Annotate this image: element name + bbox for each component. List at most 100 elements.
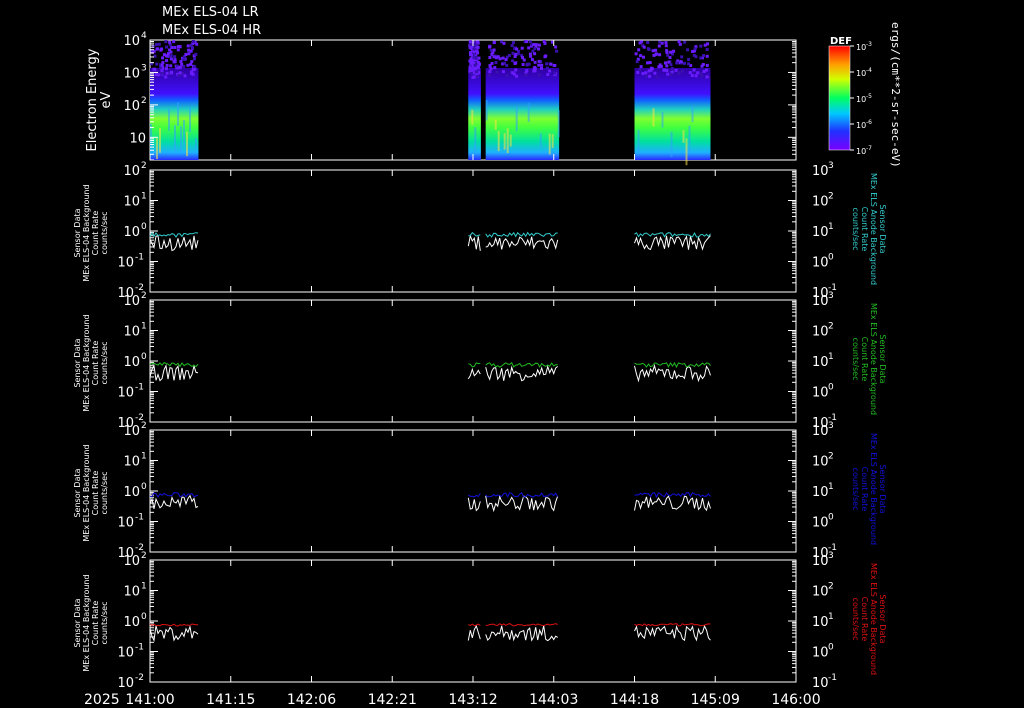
spectrogram-pixel xyxy=(474,70,478,74)
colored-count-series xyxy=(149,623,198,627)
spectrogram-streak xyxy=(527,102,530,122)
count-right-label-line: counts/sec xyxy=(851,468,860,511)
count-left-ytick-label-base: 10 xyxy=(123,294,140,309)
white-count-series xyxy=(634,495,711,512)
white-count-series xyxy=(149,364,199,382)
count-panel-frame xyxy=(149,299,797,423)
white-count-series xyxy=(634,235,711,251)
spectrogram-ytick-label: 10 2 xyxy=(123,96,146,114)
spectrogram-pixel xyxy=(553,71,557,75)
white-count-series xyxy=(149,494,199,509)
count-right-ytick-label: 10 3 xyxy=(812,291,834,309)
spectrogram-pixel xyxy=(511,71,515,75)
colorbar-tick-base: 10 xyxy=(856,95,866,104)
spectrogram-pixel xyxy=(664,44,668,48)
spectrogram-pixel xyxy=(699,56,703,60)
spectrogram-pixel xyxy=(634,52,638,56)
spectrogram-pixel xyxy=(512,41,515,45)
spectrogram-pixel xyxy=(170,71,174,75)
spectrogram-pixel xyxy=(169,64,173,68)
count-left-label-line: counts/sec xyxy=(100,472,109,515)
spectrogram-ytick-label: 10 3 xyxy=(123,63,146,81)
count-right-ytick-label-exp: 0 xyxy=(828,253,834,263)
spectrogram-pixel xyxy=(675,61,679,65)
count-left-ytick-label: 10 -1 xyxy=(117,513,144,531)
count-right-label-line: counts/sec xyxy=(851,598,860,641)
spectrogram-ytick-label: 10 4 xyxy=(123,31,147,49)
count-right-ytick-label-base: 10 xyxy=(812,225,829,240)
spectrogram-pixel xyxy=(692,68,696,72)
x-tick-label: 145:09 xyxy=(691,692,740,708)
x-tick-label: 144:18 xyxy=(610,692,659,708)
count-left-ytick-label-exp: 1 xyxy=(141,582,147,592)
spectrogram-pixel xyxy=(492,48,496,52)
count-right-ytick-label: 10 0 xyxy=(812,383,834,401)
spectrogram-pixel xyxy=(183,74,187,78)
spectrogram-streak xyxy=(685,138,688,166)
spectrogram-pixel xyxy=(164,40,168,44)
count-left-ytick-label-exp: -1 xyxy=(135,383,144,393)
spectrogram-pixel xyxy=(705,75,709,79)
spectrogram-pixel xyxy=(165,63,169,67)
spectrogram-pixel xyxy=(546,73,550,76)
spectrogram-pixel xyxy=(540,66,543,70)
spectrogram-pixel xyxy=(476,40,480,44)
spectrogram-pixel xyxy=(658,40,662,44)
count-left-label-line: Sensor Data xyxy=(73,598,82,647)
count-panel-frame xyxy=(149,559,797,683)
colorbar-unit: ergs/(cm**2-sr-sec-eV) xyxy=(889,22,902,168)
spectrogram-pixel xyxy=(159,48,163,52)
count-rate-panel: 10 210 110 010 -110 -210 310 210 110 010 -1Sensor … xyxy=(73,421,887,561)
spectrogram-pixel xyxy=(527,62,531,66)
spectrogram-pixel xyxy=(545,62,549,66)
count-rate-panels: 10 210 110 010 -110 -210 310 210 110 010 -1Sensor … xyxy=(73,161,887,691)
colorbar-tick-base: 10 xyxy=(856,43,866,52)
spectrogram-pixel xyxy=(688,71,692,75)
spectrogram-streak xyxy=(688,125,691,153)
spectrogram-pixel xyxy=(665,64,669,68)
count-right-label-line: counts/sec xyxy=(851,208,860,251)
spectrogram-pixel xyxy=(687,58,691,61)
spectrogram-pixel xyxy=(647,69,651,73)
spectrogram-pixel xyxy=(537,43,541,47)
spectrogram-pixel xyxy=(527,46,531,50)
count-left-ytick-label-base: 10 xyxy=(117,516,134,531)
count-left-ytick-label-exp: -1 xyxy=(135,513,144,523)
spectrogram-pixel xyxy=(182,57,186,61)
spectrogram-pixel xyxy=(510,44,514,48)
count-left-label-line: Sensor Data xyxy=(73,208,82,257)
count-right-label-line: counts/sec xyxy=(851,338,860,381)
x-tick-label: 142:21 xyxy=(368,692,417,708)
spectrogram-streak xyxy=(180,126,182,153)
spectrogram-pixel xyxy=(540,63,544,67)
spectrogram-pixel xyxy=(473,63,477,67)
count-left-ytick-label-base: 10 xyxy=(123,225,140,240)
spectrogram-pixel xyxy=(154,73,158,76)
spectrogram-pixel xyxy=(173,46,177,49)
spectrogram-pixel xyxy=(666,72,670,76)
spectrogram-pixel xyxy=(472,67,476,71)
count-left-ytick-label-base: 10 xyxy=(123,455,140,470)
colorbar-label: DEF xyxy=(830,36,852,47)
spectrogram-pixel xyxy=(191,40,195,43)
spectrogram-pixel xyxy=(505,74,509,78)
count-left-ytick-label-exp: -1 xyxy=(135,643,144,653)
count-left-label-line: Count Rate xyxy=(91,341,100,386)
spectrogram-pixel xyxy=(555,49,559,53)
spectrogram-pixel xyxy=(524,73,528,77)
spectrogram-block xyxy=(468,40,481,160)
white-count-series xyxy=(634,624,711,642)
spectrogram-pixel xyxy=(693,47,697,51)
count-rate-panel: 10 210 110 010 -110 -210 310 210 110 010 -1Sensor … xyxy=(73,161,887,301)
spectrogram-pixel xyxy=(490,62,494,65)
colorbar-tick-exp: -5 xyxy=(866,93,872,100)
colorbar-tick-exp: -7 xyxy=(866,145,872,152)
x-tick-label: 146:00 xyxy=(771,692,820,708)
count-right-ytick-label-base: 10 xyxy=(812,585,829,600)
spectrogram-pixel xyxy=(513,62,517,65)
spectrogram-streak xyxy=(661,112,664,128)
spectrogram-pixel xyxy=(488,56,492,59)
count-left-ytick-label-base: 10 xyxy=(117,646,134,661)
spectrogram-pixel xyxy=(172,60,176,64)
chart-canvas: MEx ELS-04 LR MEx ELS-04 HR 1010 210 310 4 … xyxy=(73,5,902,708)
